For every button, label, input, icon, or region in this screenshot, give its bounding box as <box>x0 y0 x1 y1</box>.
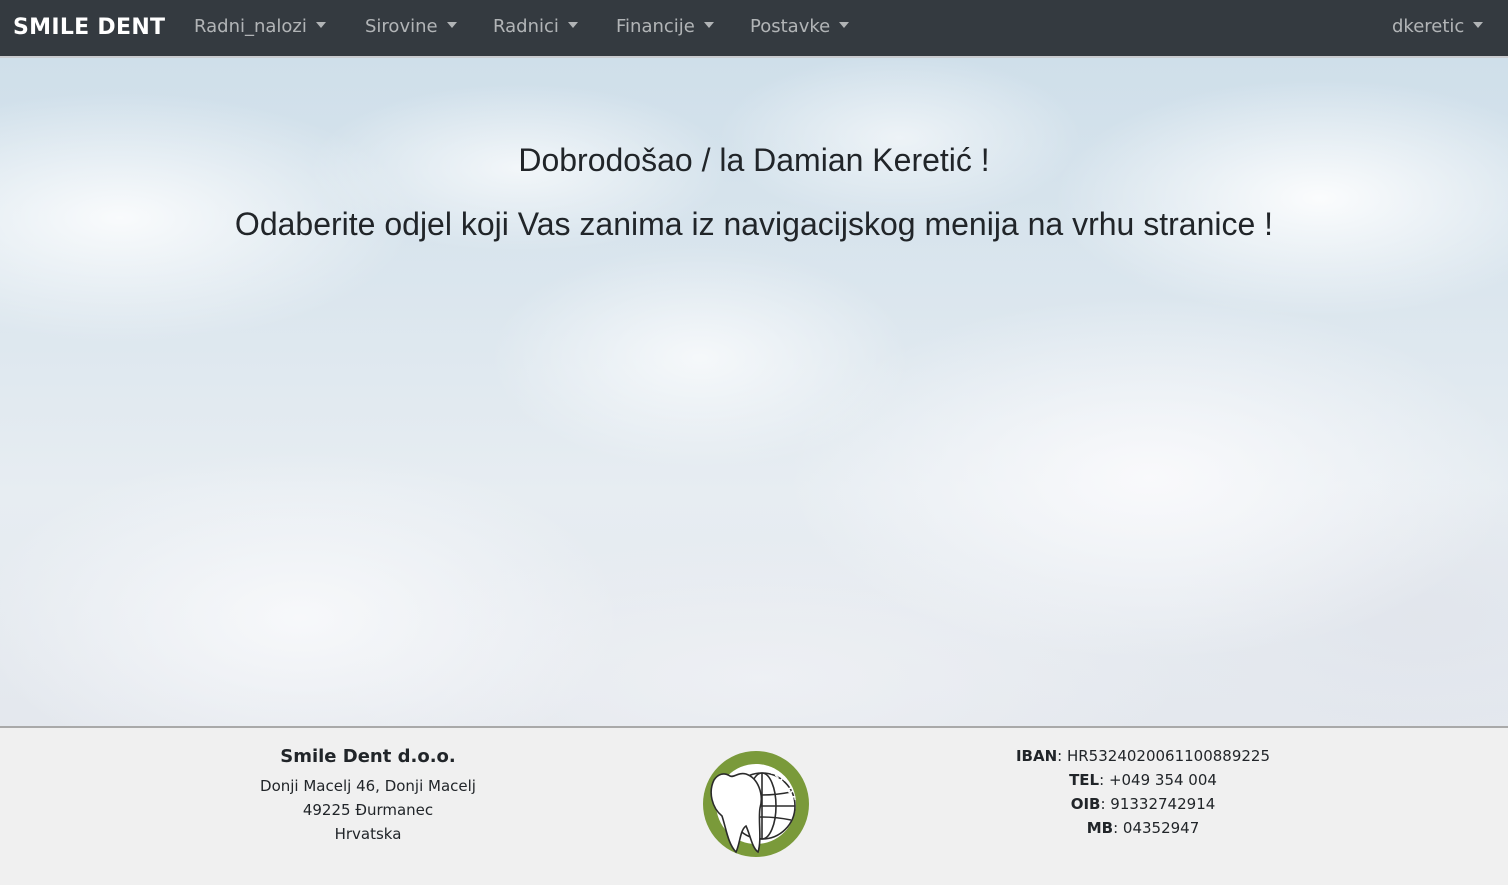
caret-down-icon <box>703 22 714 28</box>
company-logo: SMILE DENT d.o.o. <box>696 741 812 860</box>
brand-logo-text[interactable]: SMILE DENT <box>13 13 165 43</box>
address-line: Donji Macelj 46, Donji Macelj <box>260 777 476 795</box>
nav-dropdown-label: Radnici <box>493 16 559 37</box>
mb-label: MB <box>1086 819 1114 837</box>
address-line: 49225 Đurmanec <box>302 801 434 819</box>
caret-down-icon <box>839 22 850 28</box>
nav-dropdown-radnici[interactable]: Radnici <box>493 14 578 40</box>
company-info-block: IBAN: HR5324020061100889225 TEL: +049 35… <box>993 744 1293 840</box>
address-line: Hrvatska <box>334 825 402 843</box>
iban-label: IBAN <box>1015 747 1058 765</box>
iban-value: HR5324020061100889225 <box>1066 747 1271 765</box>
welcome-heading: Dobrodošao / la Damian Keretić ! <box>518 142 990 178</box>
user-menu-dropdown[interactable]: dkeretic <box>1392 14 1484 40</box>
nav-dropdown-financije[interactable]: Financije <box>616 14 714 40</box>
caret-down-icon <box>567 22 578 28</box>
oib-label: OIB <box>1070 795 1101 813</box>
nav-dropdown-radni-nalozi[interactable]: Radni_nalozi <box>194 14 326 40</box>
user-menu-label: dkeretic <box>1392 16 1465 37</box>
iban-row: IBAN: HR5324020061100889225 <box>1015 747 1271 765</box>
company-name: Smile Dent d.o.o. <box>280 746 456 767</box>
nav-dropdown-label: Postavke <box>750 16 831 37</box>
oib-row: OIB: 91332742914 <box>1070 795 1216 813</box>
mb-value: 04352947 <box>1122 819 1200 837</box>
nav-dropdown-sirovine[interactable]: Sirovine <box>365 14 457 40</box>
page-footer: Smile Dent d.o.o. Donji Macelj 46, Donji… <box>0 726 1508 885</box>
instruction-heading: Odaberite odjel koji Vas zanima iz navig… <box>234 206 1274 242</box>
oib-value: 91332742914 <box>1110 795 1216 813</box>
caret-down-icon <box>446 22 457 28</box>
tel-value: +049 354 004 <box>1108 771 1217 789</box>
caret-down-icon <box>315 22 326 28</box>
hero-cloud-background: Dobrodošao / la Damian Keretić ! Odaberi… <box>0 58 1508 726</box>
tooth-globe-logo-icon: SMILE DENT d.o.o. <box>696 741 809 857</box>
tel-label: TEL <box>1069 771 1100 789</box>
tel-row: TEL: +049 354 004 <box>1069 771 1217 789</box>
nav-dropdown-label: Radni_nalozi <box>194 16 307 37</box>
nav-dropdown-postavke[interactable]: Postavke <box>750 14 850 40</box>
nav-dropdown-label: Sirovine <box>365 16 438 37</box>
company-address-block: Smile Dent d.o.o. Donji Macelj 46, Donji… <box>218 744 518 846</box>
mb-row: MB: 04352947 <box>1086 819 1200 837</box>
caret-down-icon <box>1473 22 1484 28</box>
nav-dropdown-label: Financije <box>616 16 695 37</box>
top-navbar: SMILE DENT Radni_nalozi Sirovine Radnici… <box>0 0 1508 58</box>
